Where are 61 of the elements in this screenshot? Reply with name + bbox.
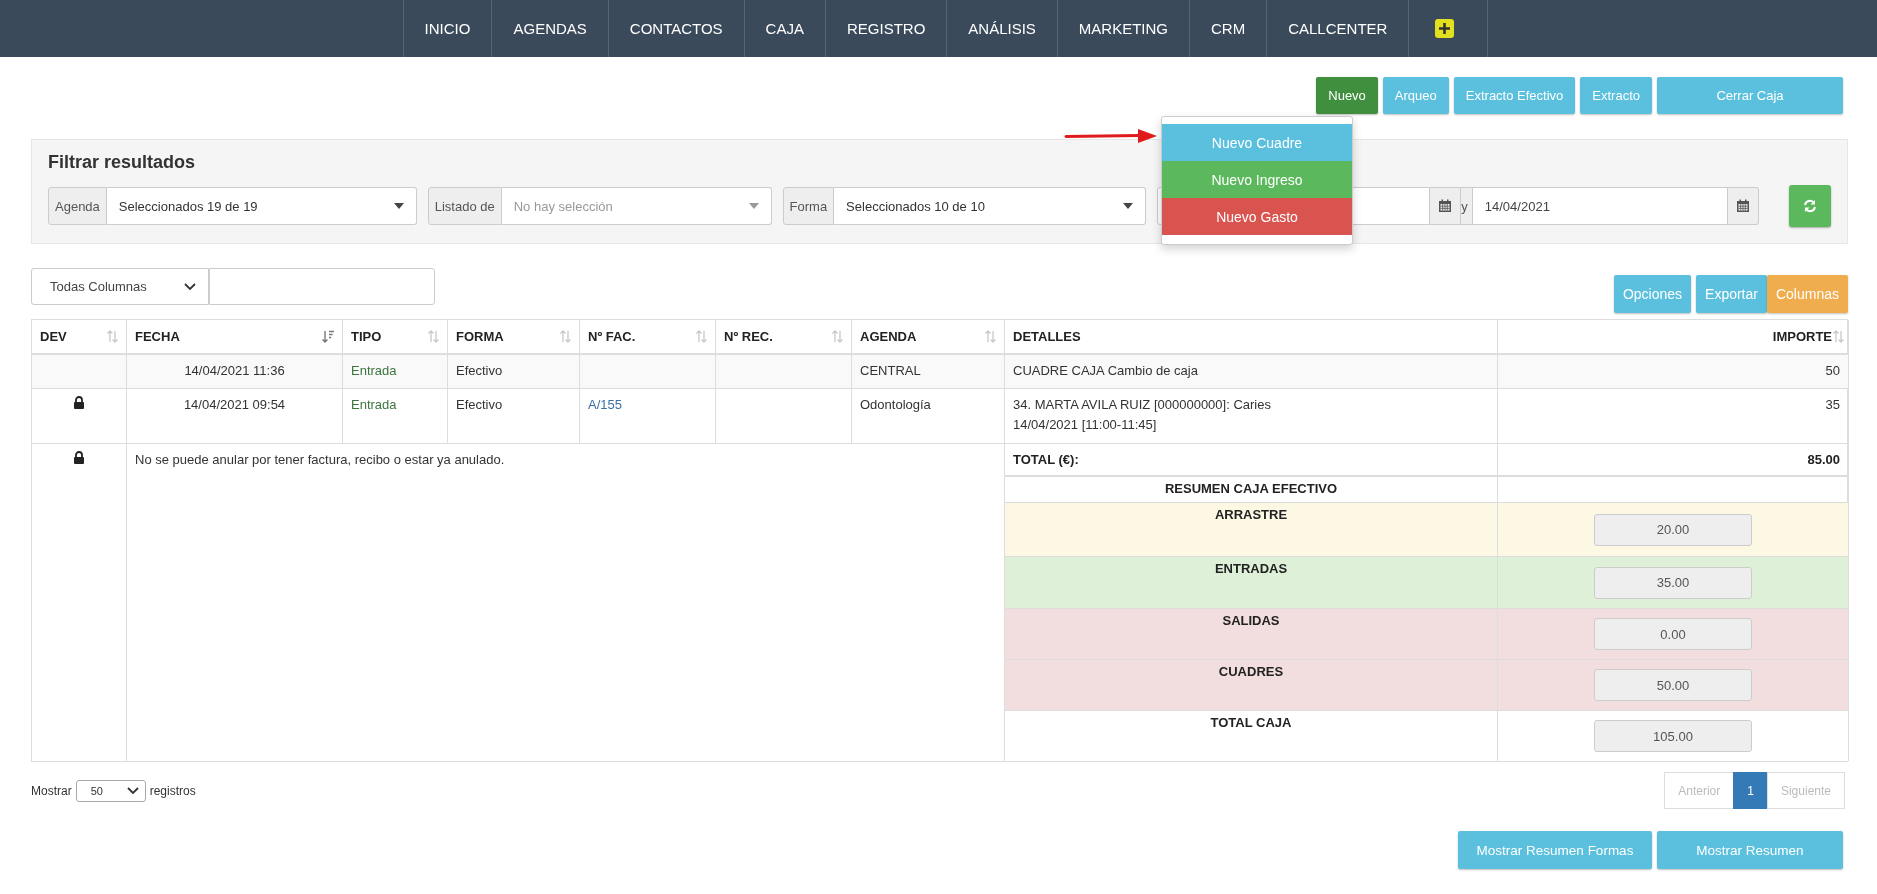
amount-field[interactable]: 105.00 [1594,720,1752,752]
table-cell: Efectivo [448,355,580,389]
column-select[interactable]: Todas Columnas [31,268,209,305]
amount-field[interactable]: 50.00 [1594,669,1752,701]
caret-icon [393,203,404,209]
filter-title: Filtrar resultados [48,152,197,173]
nav-item[interactable]: ANÁLISIS [946,0,1057,57]
chevron-icon [184,282,196,291]
search-field[interactable] [209,268,435,305]
nav-item[interactable]: CRM [1189,0,1267,57]
calendar-icon [1438,199,1453,213]
caret-icon [748,203,759,209]
nav-item[interactable]: MARKETING [1056,0,1189,57]
field-label: Listado de [427,187,502,225]
length-label: registros [149,783,196,798]
caret-icon [1123,203,1134,209]
table-cell: Efectivo [448,389,580,444]
invoice-link[interactable]: A/155 [588,397,622,412]
amount-field[interactable]: 35.00 [1594,566,1752,599]
refresh-button[interactable] [1789,185,1831,227]
total-value: 85.00 [1498,444,1849,477]
page-size-select[interactable]: 50 [75,779,146,802]
amount-field[interactable]: 20.00 [1594,513,1752,546]
table-cell: 14/04/2021 11:36 [127,355,343,389]
date-field[interactable]: 14/04/2021 [1471,187,1728,225]
select-field[interactable]: Seleccionados 10 de 10 [834,187,1147,225]
summary-label: CUADRES [1005,660,1498,711]
lock-icon [73,451,85,464]
chevron-icon [126,786,139,795]
field-label: Forma [782,187,835,225]
total-label: TOTAL (€): [1005,444,1498,477]
summary-label: ENTRADAS [1005,557,1498,609]
table-cell: CENTRAL [852,355,1005,389]
field-label: Agenda [48,187,107,225]
nav-item[interactable]: CONTACTOS [607,0,744,57]
nav-item[interactable]: AGENDAS [491,0,608,57]
summary-label: SALIDAS [1005,609,1498,660]
table-cell: 34. MARTA AVILA RUIZ [000000000]: Caries 14/04/2021 [11:00-11:45] [1005,389,1498,444]
amount-field[interactable]: 0.00 [1594,618,1752,650]
menu-item[interactable]: Nuevo Gasto [1162,198,1352,235]
pagination-button[interactable]: 1 [1733,772,1768,809]
nav-item[interactable]: REGISTRO [824,0,947,57]
plus-icon[interactable] [1435,19,1455,38]
table-cell: Entrada [343,389,448,444]
table-cell: Entrada [343,355,448,389]
range-separator: y [1461,187,1472,225]
action-button[interactable]: Nuevo [1316,77,1378,114]
table-cell: CUADRE CAJA Cambio de caja [1005,355,1498,389]
calendar-icon [1735,199,1750,213]
select-field[interactable]: Seleccionados 19 de 19 [106,187,417,225]
table-cell: 14/04/2021 09:54 [127,389,343,444]
summary-label: ARRASTRE [1005,503,1498,557]
length-label: Mostrar [31,783,72,798]
nav-item[interactable]: INICIO [402,0,492,57]
nav-item[interactable]: CAJA [743,0,825,57]
table-cell: 50 [1498,355,1849,389]
lock-icon [73,396,85,409]
refresh-icon [1803,199,1818,213]
table-cell: 35 [1498,389,1849,444]
table-cell: Odontología [852,389,1005,444]
nav-item[interactable]: CALLCENTER [1266,0,1409,57]
